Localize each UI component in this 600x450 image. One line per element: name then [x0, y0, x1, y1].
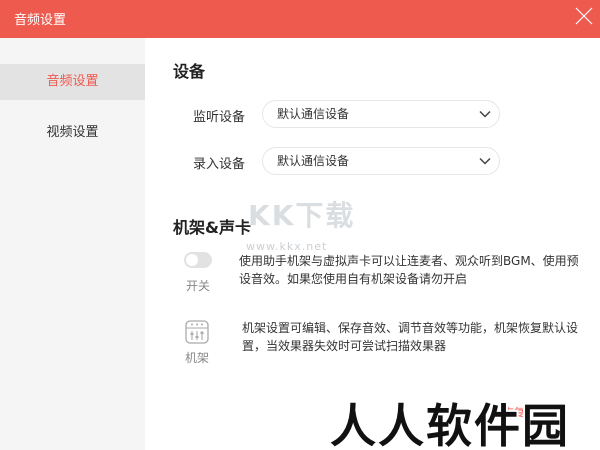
rack-switch-toggle[interactable]: [184, 252, 212, 268]
input-device-value: 默认通信设备: [277, 154, 350, 168]
chevron-down-icon: [479, 157, 491, 165]
monitor-device-value: 默认通信设备: [277, 107, 350, 121]
monitor-device-select[interactable]: 默认通信设备: [262, 100, 500, 128]
rack-description: 机架设置可编辑、保存音效、调节音效等功能，机架恢复默认设置，当效果器失效时可尝试…: [242, 321, 579, 353]
chevron-down-icon: [479, 110, 491, 118]
sidebar-item-label: 音频设置: [46, 74, 99, 89]
rack-icon: [185, 320, 209, 344]
close-icon: [575, 7, 593, 25]
rack-button[interactable]: [183, 318, 211, 346]
switch-description: 使用助手机架与虚拟声卡可以让连麦者、观众听到BGM、使用预设音效。如果您使用自有…: [239, 254, 579, 286]
section-title-device: 设备: [173, 62, 206, 81]
watermark-kkx: KK下载: [248, 199, 356, 232]
settings-content: 设备 监听设备 默认通信设备 录入设备 默认通信设备 机架&声卡 开关 使用助手…: [145, 38, 600, 450]
watermark-rrrj: 人人软件园: [330, 399, 570, 450]
sidebar: 音频设置 视频设置: [0, 38, 145, 450]
input-device-select[interactable]: 默认通信设备: [262, 147, 500, 175]
toggle-knob: [186, 254, 198, 266]
rack-caption: 机架: [184, 351, 209, 365]
watermark-kkx-url: www.kkx.net: [246, 240, 328, 253]
switch-caption: 开关: [185, 279, 210, 293]
close-button[interactable]: [562, 0, 600, 38]
monitor-device-label: 监听设备: [193, 110, 246, 125]
sidebar-item-video-settings[interactable]: 视频设置: [0, 115, 145, 151]
section-title-rack: 机架&声卡: [173, 218, 251, 237]
sidebar-item-audio-settings[interactable]: 音频设置: [0, 64, 145, 100]
sidebar-item-label: 视频设置: [46, 125, 99, 140]
window-title: 音频设置: [14, 13, 67, 28]
title-bar: 音频设置: [0, 0, 600, 38]
input-device-label: 录入设备: [193, 157, 246, 172]
